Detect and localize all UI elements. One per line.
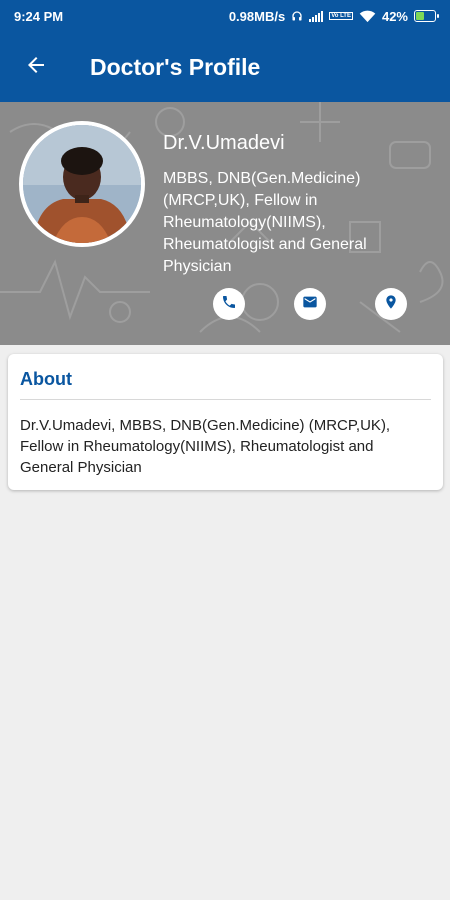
- battery-percent: 42%: [381, 8, 408, 24]
- phone-icon: [221, 294, 237, 315]
- battery-icon: [414, 10, 439, 22]
- location-button[interactable]: [375, 288, 407, 320]
- signal-strength-icon: [309, 10, 324, 22]
- email-icon: [302, 294, 318, 315]
- doctor-qualifications: MBBS, DNB(Gen.Medicine) (MRCP,UK), Fello…: [163, 170, 367, 275]
- about-card: About Dr.V.Umadevi, MBBS, DNB(Gen.Medici…: [8, 354, 443, 490]
- email-button[interactable]: [294, 288, 326, 320]
- call-button[interactable]: [213, 288, 245, 320]
- app-bar: Doctor's Profile: [0, 32, 450, 102]
- doctor-avatar: [19, 121, 145, 247]
- about-title: About: [20, 369, 72, 389]
- status-bar: 9:24 PM 0.98MB/s Vo LTE 42%: [0, 0, 450, 32]
- battery-level: [416, 12, 425, 20]
- arrow-left-icon: [24, 53, 48, 82]
- about-text: Dr.V.Umadevi, MBBS, DNB(Gen.Medicine) (M…: [20, 417, 391, 476]
- back-button[interactable]: [0, 32, 72, 102]
- location-pin-icon: [383, 294, 399, 315]
- doctor-name: Dr.V.Umadevi: [163, 132, 285, 154]
- about-divider: [20, 399, 431, 400]
- status-time: 9:24 PM: [14, 8, 64, 24]
- volte-badge: Vo LTE: [329, 12, 353, 20]
- network-speed: 0.98MB/s: [228, 8, 286, 24]
- headphones-icon: [291, 10, 303, 22]
- wifi-icon: [359, 10, 376, 23]
- profile-header: Dr.V.Umadevi MBBS, DNB(Gen.Medicine) (MR…: [0, 102, 450, 345]
- page-title: Doctor's Profile: [90, 53, 261, 80]
- status-indicators: 0.98MB/s Vo LTE 42%: [228, 8, 439, 24]
